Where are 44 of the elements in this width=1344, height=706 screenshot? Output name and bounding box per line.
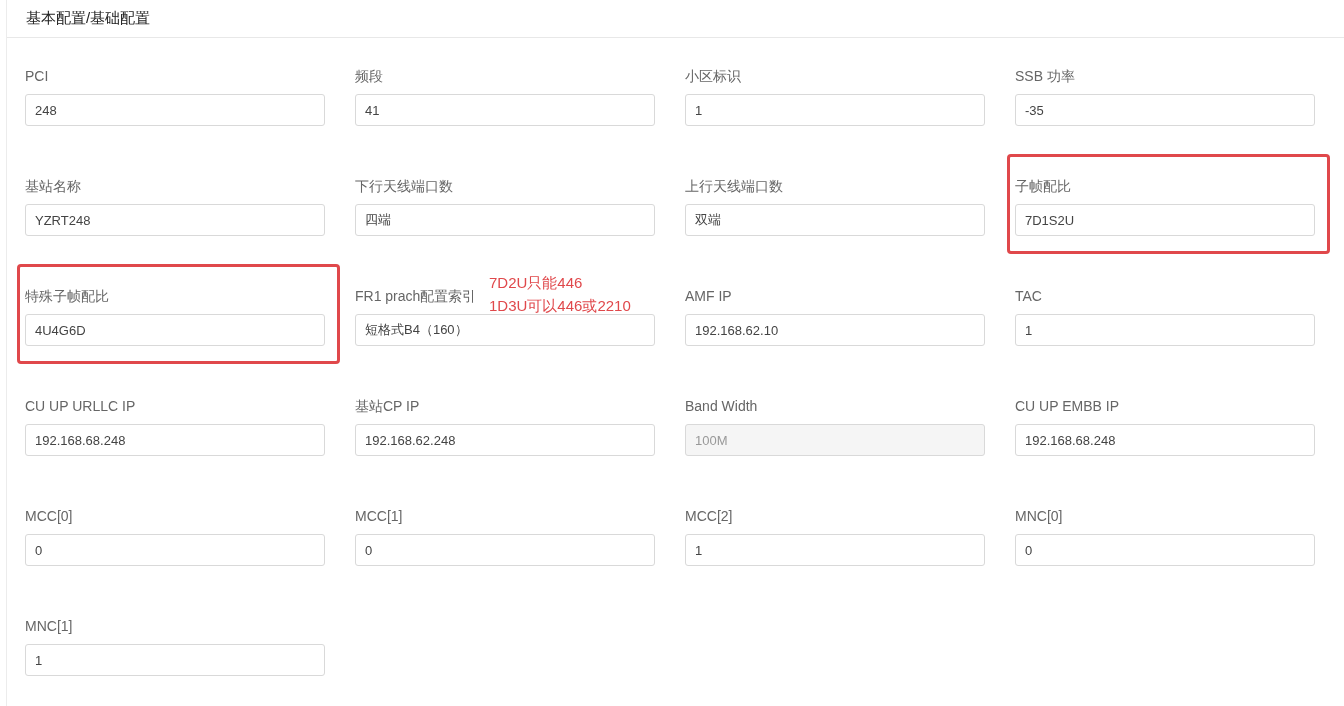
input-field[interactable]: 双端 [685, 204, 985, 236]
field-label: 小区标识 [685, 67, 741, 86]
field-label: TAC [1015, 287, 1042, 306]
field-label: 上行天线端口数 [685, 177, 783, 196]
input-field[interactable]: 192.168.68.248 [1015, 424, 1315, 456]
input-field[interactable]: 1 [1015, 314, 1315, 346]
field-label: 基站名称 [25, 177, 81, 196]
input-field[interactable]: 4U4G6D [25, 314, 325, 346]
field-label: Band Width [685, 397, 758, 416]
field-label: MNC[1] [25, 617, 73, 636]
field-label: 子帧配比 [1015, 177, 1071, 196]
input-field[interactable]: 248 [25, 94, 325, 126]
input-field[interactable]: 192.168.62.10 [685, 314, 985, 346]
input-field[interactable]: YZRT248 [25, 204, 325, 236]
field-label: 基站CP IP [355, 397, 420, 416]
input-field[interactable]: 192.168.62.248 [355, 424, 655, 456]
input-field[interactable]: 0 [355, 534, 655, 566]
field-label: FR1 prach配置索引 [355, 287, 477, 306]
field-label: MCC[1] [355, 507, 403, 526]
field-label: AMF IP [685, 287, 732, 306]
input-field[interactable]: 192.168.68.248 [25, 424, 325, 456]
input-field[interactable]: 短格式B4（160） [355, 314, 655, 346]
annotation-text: 7D2U只能446 [489, 273, 584, 293]
input-field[interactable]: 1 [685, 94, 985, 126]
input-field[interactable]: 四端 [355, 204, 655, 236]
field-label: PCI [25, 67, 49, 86]
field-label: CU UP URLLC IP [25, 397, 136, 416]
field-label: CU UP EMBB IP [1015, 397, 1119, 416]
input-field[interactable]: 41 [355, 94, 655, 126]
field-label: 下行天线端口数 [355, 177, 453, 196]
field-label: SSB 功率 [1015, 67, 1075, 86]
input-field[interactable]: 1 [25, 644, 325, 676]
field-label: MNC[0] [1015, 507, 1063, 526]
field-label: 特殊子帧配比 [25, 287, 109, 306]
input-field[interactable]: 1 [685, 534, 985, 566]
field-label: MCC[0] [25, 507, 73, 526]
field-label: MCC[2] [685, 507, 733, 526]
input-field[interactable]: -35 [1015, 94, 1315, 126]
panel-title: 基本配置/基础配置 [7, 0, 1344, 38]
input-field[interactable]: 0 [25, 534, 325, 566]
annotation-text: 1D3U可以446或2210 [489, 296, 631, 316]
input-field[interactable]: 0 [1015, 534, 1315, 566]
input-field[interactable]: 7D1S2U [1015, 204, 1315, 236]
field-label: 频段 [355, 67, 383, 86]
